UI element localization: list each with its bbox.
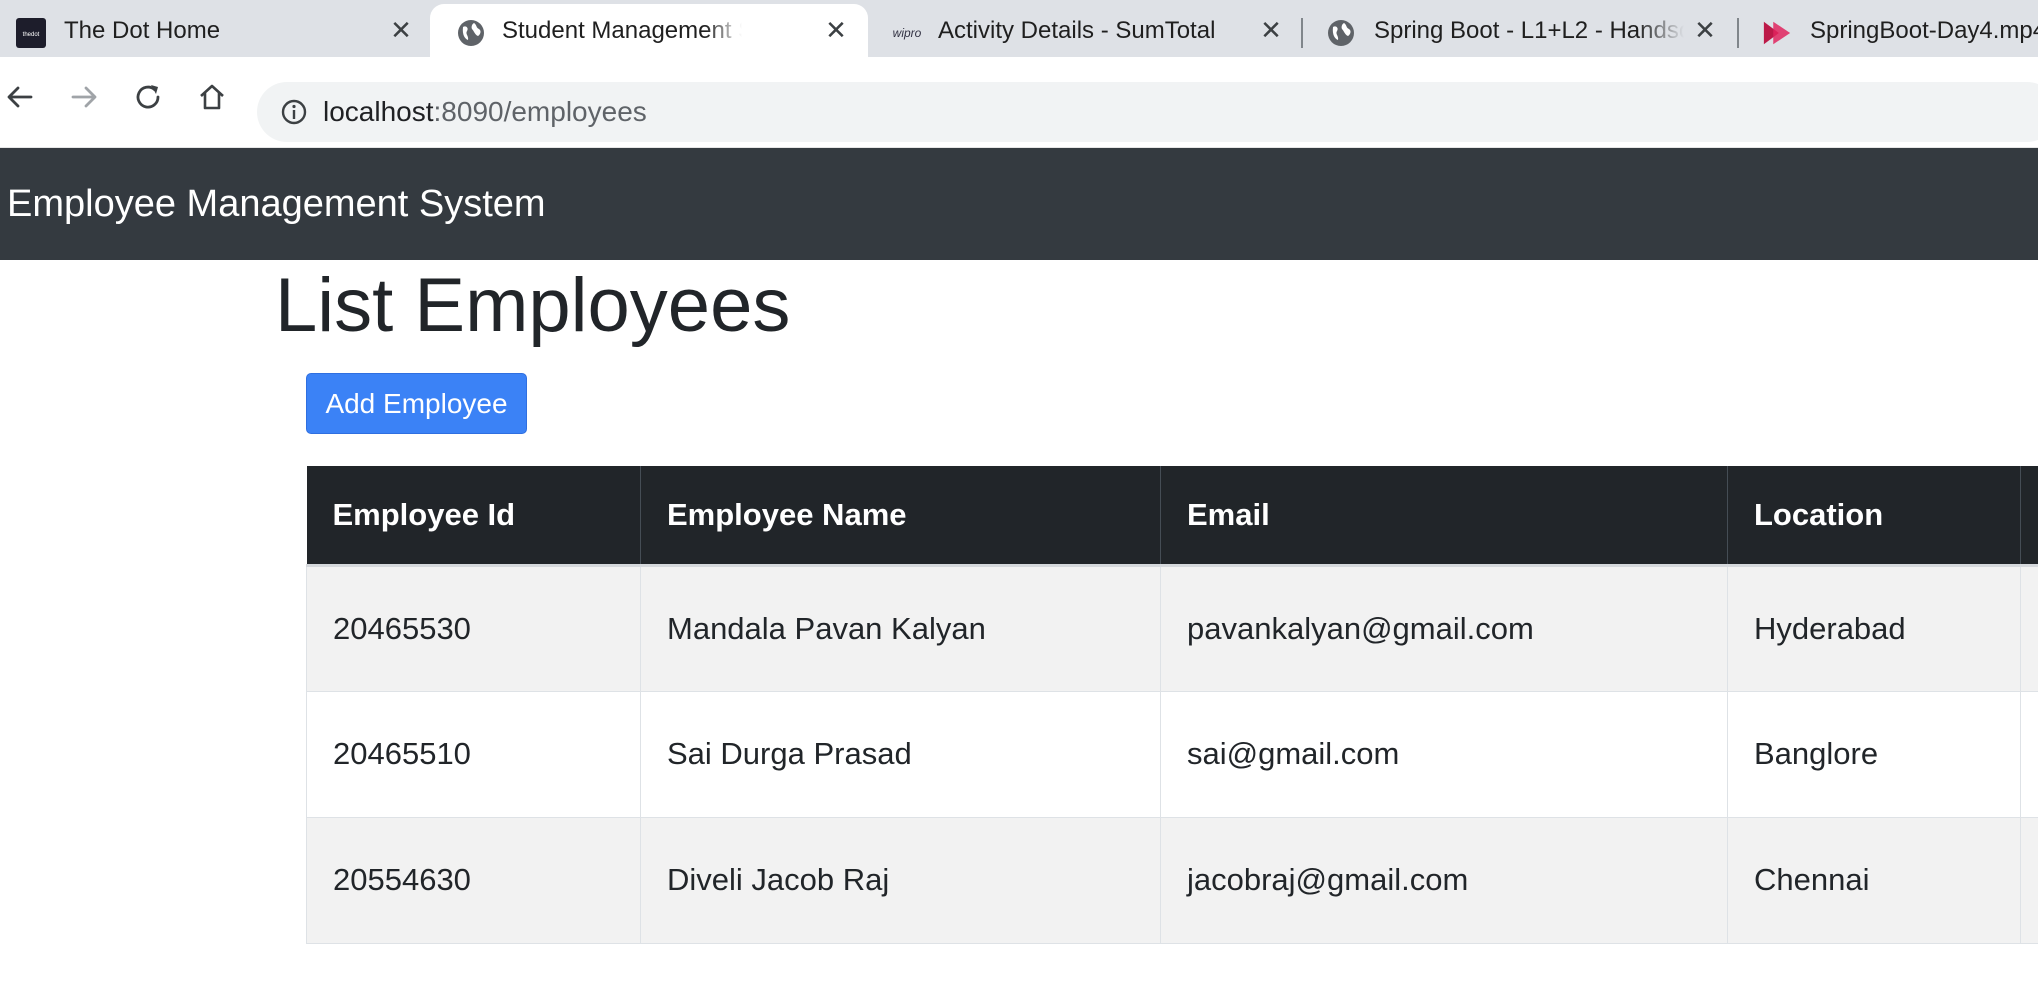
table-row: 20554630 Diveli Jacob Raj jacobraj@gmail… <box>306 817 2038 944</box>
tab-title: Student Management System <box>502 17 742 44</box>
employee-table-container: Employee Id Employee Name Email Location… <box>306 466 2038 946</box>
cell-employee-id: 20554630 <box>306 817 641 944</box>
close-tab-icon[interactable]: ✕ <box>821 15 851 45</box>
close-tab-icon[interactable]: ✕ <box>386 15 416 45</box>
svg-text:thedot: thedot <box>23 32 40 38</box>
close-tab-icon[interactable]: ✕ <box>1690 15 1720 45</box>
stream-video-icon <box>1762 18 1792 48</box>
header-email: Email <box>1160 466 1728 567</box>
tab-title: The Dot Home <box>64 17 221 44</box>
browser-tab-the-dot-home[interactable]: thedot The Dot Home ✕ <box>0 4 428 57</box>
url-host: localhost <box>323 96 434 127</box>
browser-tab-student-management[interactable]: Student Management System ✕ <box>430 4 868 57</box>
table-header-row: Employee Id Employee Name Email Location <box>306 466 2038 567</box>
browser-tab-springboot-video[interactable]: SpringBoot-Day4.mp4 <box>1740 4 2038 57</box>
address-bar[interactable]: localhost:8090/employees <box>257 82 2038 142</box>
wipro-favicon: wipro <box>892 18 922 48</box>
cell-email: sai@gmail.com <box>1160 691 1728 818</box>
tab-separator <box>1301 18 1303 48</box>
tab-title: SpringBoot-Day4.mp4 <box>1810 17 2038 44</box>
table-row: 20465530 Mandala Pavan Kalyan pavankalya… <box>306 565 2038 692</box>
cell-employee-id: 20465510 <box>306 691 641 818</box>
cell-location: Banglore <box>1727 691 2021 818</box>
tab-title: Activity Details - SumTotal <box>938 17 1216 44</box>
home-icon[interactable] <box>190 75 234 119</box>
header-employee-id: Employee Id <box>306 466 641 567</box>
url-path: :8090/employees <box>433 96 647 127</box>
browser-tab-strip: thedot The Dot Home ✕ Student Management… <box>0 0 2038 57</box>
cell-employee-name: Sai Durga Prasad <box>640 691 1161 818</box>
site-info-icon[interactable] <box>279 97 309 127</box>
close-tab-icon[interactable]: ✕ <box>1256 15 1286 45</box>
header-actions <box>2020 466 2038 567</box>
back-arrow-icon[interactable] <box>0 75 42 119</box>
reload-icon[interactable] <box>126 75 170 119</box>
browser-tab-activity-details[interactable]: wipro Activity Details - SumTotal ✕ <box>870 4 1300 57</box>
header-location: Location <box>1727 466 2021 567</box>
cell-employee-name: Mandala Pavan Kalyan <box>640 565 1161 692</box>
navbar-brand[interactable]: Employee Management System <box>7 148 546 260</box>
tab-title: Spring Boot - L1+L2 - Handson <box>1374 17 1684 44</box>
thedot-favicon: thedot <box>16 18 46 48</box>
forward-arrow-icon[interactable] <box>62 75 106 119</box>
svg-text:wipro: wipro <box>893 26 922 40</box>
browser-tab-spring-boot[interactable]: Spring Boot - L1+L2 - Handson ✕ <box>1304 4 1736 57</box>
app-navbar: Employee Management System <box>0 148 2038 260</box>
table-row: 20465510 Sai Durga Prasad sai@gmail.com … <box>306 691 2038 818</box>
cell-email: jacobraj@gmail.com <box>1160 817 1728 944</box>
tab-separator <box>1737 18 1739 48</box>
cell-location: Hyderabad <box>1727 565 2021 692</box>
globe-icon <box>456 18 486 48</box>
cell-actions <box>2020 817 2038 944</box>
page-title: List Employees <box>275 263 791 348</box>
url-text[interactable]: localhost:8090/employees <box>323 82 647 142</box>
cell-location: Chennai <box>1727 817 2021 944</box>
add-employee-button[interactable]: Add Employee <box>306 373 527 434</box>
header-employee-name: Employee Name <box>640 466 1161 567</box>
cell-actions <box>2020 565 2038 692</box>
globe-icon <box>1326 18 1356 48</box>
cell-employee-name: Diveli Jacob Raj <box>640 817 1161 944</box>
cell-email: pavankalyan@gmail.com <box>1160 565 1728 692</box>
cell-actions <box>2020 691 2038 818</box>
cell-employee-id: 20465530 <box>306 565 641 692</box>
browser-toolbar: localhost:8090/employees <box>0 57 2038 148</box>
employee-table: Employee Id Employee Name Email Location… <box>306 466 2038 944</box>
